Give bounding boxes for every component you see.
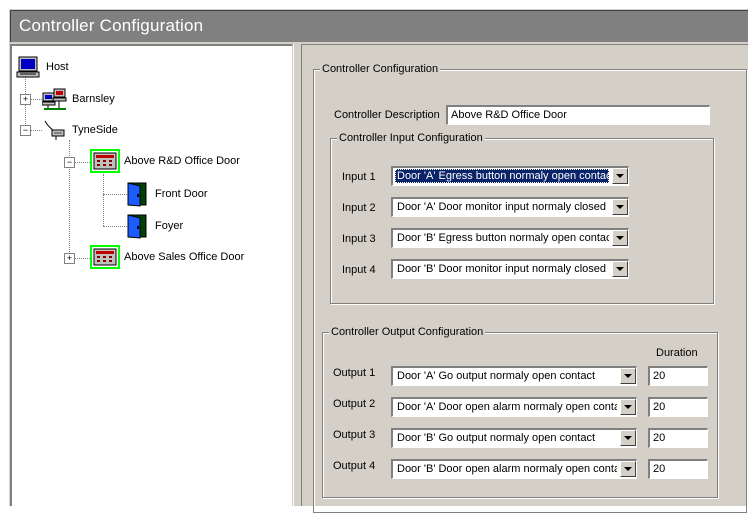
tree-item-label: Above R&D Office Door — [124, 155, 240, 167]
dropdown-arrow-icon[interactable] — [612, 261, 628, 277]
dropdown-arrow-icon[interactable] — [620, 461, 636, 477]
tree-line — [103, 194, 127, 195]
tree-item-front-door[interactable]: Front Door — [125, 181, 208, 207]
combo-value: Door 'B' Door open alarm normaly open co… — [397, 463, 617, 475]
tree-line — [74, 258, 90, 259]
tree-item-label: Foyer — [155, 220, 184, 232]
tree-line — [74, 162, 90, 163]
tree-item-label: Barnsley — [72, 93, 115, 105]
combo-value: Door 'B' Door monitor input normaly clos… — [397, 263, 609, 275]
tree-item-host[interactable]: Host — [16, 56, 69, 78]
dropdown-arrow-icon[interactable] — [620, 430, 636, 446]
input-label: Input 1 — [342, 171, 376, 183]
combo-value: Door 'A' Door monitor input normaly clos… — [397, 201, 609, 213]
duration-header: Duration — [656, 347, 698, 359]
tree-line — [30, 99, 42, 100]
input-2-select[interactable]: Door 'A' Door monitor input normaly clos… — [391, 197, 629, 217]
output-1-duration[interactable]: 20 — [648, 366, 708, 386]
config-panel: Controller Configuration Controller Desc… — [301, 44, 748, 513]
output-4-select[interactable]: Door 'B' Door open alarm normaly open co… — [391, 459, 637, 479]
tree-item-label: Host — [46, 61, 69, 73]
minus-box-icon[interactable]: − — [64, 157, 75, 168]
tree-item-foyer[interactable]: Foyer — [125, 213, 183, 239]
output-label: Output 1 — [333, 367, 376, 379]
input-3-select[interactable]: Door 'B' Egress button normaly open cont… — [391, 228, 629, 248]
dropdown-arrow-icon[interactable] — [612, 168, 628, 184]
keypad-controller-icon — [90, 245, 120, 269]
combo-value: Door 'B' Go output normaly open contact — [397, 432, 596, 444]
dropdown-arrow-icon[interactable] — [612, 199, 628, 215]
dropdown-arrow-icon[interactable] — [612, 230, 628, 246]
door-icon — [127, 182, 147, 207]
combo-value: Door 'A' Go output normaly open contact — [397, 370, 596, 382]
monitor-icon — [16, 56, 40, 78]
output-label: Output 2 — [333, 398, 376, 410]
output-4-duration[interactable]: 20 — [648, 459, 708, 479]
group-title: Controller Configuration — [320, 63, 441, 75]
input-label: Input 2 — [342, 202, 376, 214]
output-1-select[interactable]: Door 'A' Go output normaly open contact — [391, 366, 637, 386]
tree-item-controller-sales[interactable]: Above Sales Office Door — [90, 245, 244, 269]
network-computers-icon — [42, 88, 67, 110]
combo-value: Door 'A' Door open alarm normaly open co… — [397, 401, 617, 413]
door-icon — [127, 214, 147, 239]
tree-item-label: Front Door — [155, 188, 208, 200]
input-label: Input 4 — [342, 264, 376, 276]
group-title: Controller Input Configuration — [337, 132, 485, 144]
site-tree[interactable]: Host + Barnsley − TyneSide − Above R&D O… — [10, 44, 293, 506]
window-title: Controller Configuration — [10, 10, 748, 42]
output-label: Output 4 — [333, 460, 376, 472]
tree-item-label: TyneSide — [72, 124, 118, 136]
minus-box-icon[interactable]: − — [20, 125, 31, 136]
output-3-select[interactable]: Door 'B' Go output normaly open contact — [391, 428, 637, 448]
plus-box-icon[interactable]: + — [64, 253, 75, 264]
dropdown-arrow-icon[interactable] — [620, 368, 636, 384]
input-config-group: Controller Input Configuration — [330, 132, 714, 304]
description-input[interactable]: Above R&D Office Door — [446, 105, 710, 125]
output-3-duration[interactable]: 20 — [648, 428, 708, 448]
input-4-select[interactable]: Door 'B' Door monitor input normaly clos… — [391, 259, 629, 279]
tree-line — [30, 130, 42, 131]
tree-item-tyneside[interactable]: TyneSide — [42, 119, 118, 141]
output-label: Output 3 — [333, 429, 376, 441]
output-2-duration[interactable]: 20 — [648, 397, 708, 417]
tree-line — [103, 226, 127, 227]
combo-value: Door 'B' Egress button normaly open cont… — [397, 232, 609, 244]
tree-item-barnsley[interactable]: Barnsley — [42, 88, 115, 110]
combo-value: Door 'A' Egress button normaly open cont… — [395, 169, 609, 183]
tree-item-label: Above Sales Office Door — [124, 251, 245, 263]
plus-box-icon[interactable]: + — [20, 94, 31, 105]
tree-line — [103, 174, 104, 226]
group-title: Controller Output Configuration — [329, 326, 486, 338]
input-label: Input 3 — [342, 233, 376, 245]
network-cable-icon — [44, 120, 65, 140]
tree-item-controller-rd[interactable]: Above R&D Office Door — [90, 149, 240, 173]
input-1-select[interactable]: Door 'A' Egress button normaly open cont… — [391, 166, 629, 186]
dropdown-arrow-icon[interactable] — [620, 399, 636, 415]
description-label: Controller Description — [334, 109, 440, 121]
keypad-controller-icon — [90, 149, 120, 173]
output-2-select[interactable]: Door 'A' Door open alarm normaly open co… — [391, 397, 637, 417]
